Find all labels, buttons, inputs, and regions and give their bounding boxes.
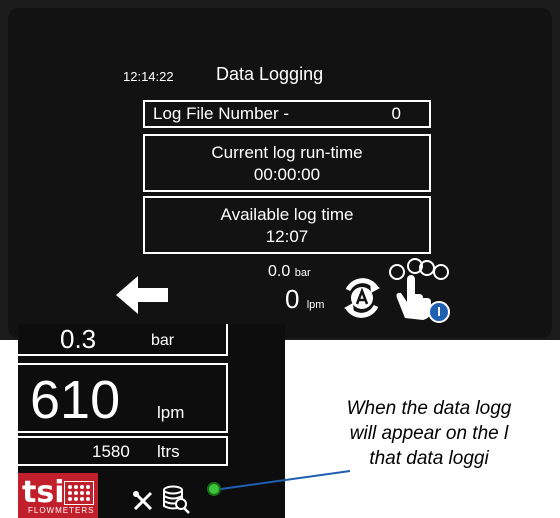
pressure-unit: bar: [294, 267, 311, 279]
caption-line-3: that data loggi: [369, 448, 489, 469]
inset-flow-unit: lpm: [157, 403, 185, 422]
inset-total-value: 1580: [92, 442, 130, 461]
info-badge: I: [428, 301, 450, 323]
database-search-icon[interactable]: [162, 484, 190, 514]
logging-indicator-icon: [207, 482, 221, 496]
pressure-value: 0.0: [268, 263, 291, 280]
inset-pressure-value: 0.3: [60, 324, 97, 354]
available-log-time-label: Available log time: [220, 205, 354, 224]
inset-pressure-unit: bar: [151, 332, 175, 349]
inset-pressure-cell: 0.3 bar: [18, 324, 228, 356]
auto-mode-icon[interactable]: [340, 276, 384, 320]
inset-total-unit: ltrs: [157, 442, 180, 461]
available-log-time-value: 12:07: [265, 227, 309, 246]
log-file-number-value: 0: [391, 104, 401, 123]
logo-subtitle: FLOWMETERS: [28, 506, 95, 515]
data-logging-screen: 12:14:22 Data Logging Log File Number - …: [0, 0, 560, 340]
inset-total-cell: 1580 ltrs: [18, 436, 228, 466]
back-arrow-icon[interactable]: [112, 270, 172, 320]
device-frame: 12:14:22 Data Logging Log File Number - …: [0, 0, 560, 340]
log-file-number-field[interactable]: Log File Number - 0: [143, 100, 431, 128]
tools-icon[interactable]: [131, 489, 155, 513]
tsi-logo: tsi FLOWMETERS: [18, 473, 98, 518]
inset-flow-value: 610: [30, 370, 121, 430]
flow-readout: 0 lpm: [285, 284, 324, 315]
clock-time: 12:14:22: [123, 69, 174, 84]
caption-line-2: will appear on the l: [349, 423, 509, 444]
logo-wordmark: tsi: [22, 475, 65, 510]
current-runtime-panel: Current log run-time 00:00:00: [143, 134, 431, 192]
current-runtime-label: Current log run-time: [211, 143, 363, 162]
caption-text: When the data logg will appear on the l …: [298, 396, 560, 471]
flow-unit: lpm: [306, 299, 325, 311]
log-file-number-label: Log File Number -: [153, 104, 290, 123]
current-runtime-value: 00:00:00: [253, 165, 321, 184]
inset-flow-cell: 610 lpm: [18, 363, 228, 433]
logo-dots-icon: [64, 481, 94, 505]
pressure-readout: 0.0 bar: [268, 263, 311, 281]
caption-line-1: When the data logg: [346, 398, 512, 419]
inset-screen: 0.3 bar 610 lpm 1580 ltrs tsi FLOWMETERS: [18, 324, 285, 518]
page-title: Data Logging: [216, 64, 324, 84]
available-log-time-panel: Available log time 12:07: [143, 196, 431, 254]
flow-value: 0: [285, 284, 300, 314]
